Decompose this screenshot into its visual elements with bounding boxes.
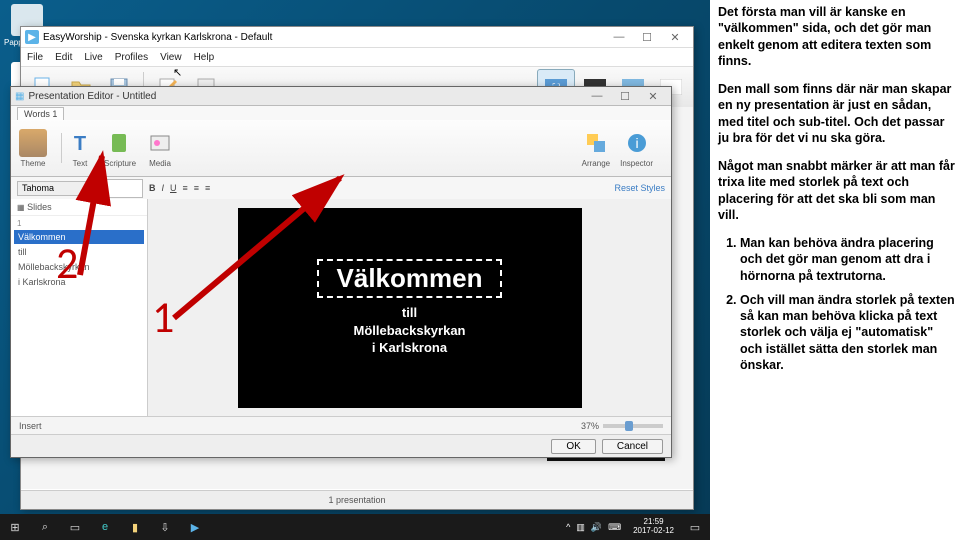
slides-panel: ▦ Slides 1 Välkommen till Möllebackskyrk… (11, 199, 148, 417)
slide-sub-line: till (353, 304, 465, 322)
ribbon-text[interactable]: T Text (66, 129, 94, 168)
cancel-button[interactable]: Cancel (602, 439, 663, 454)
panel-header: Slides (27, 202, 52, 212)
system-tray[interactable]: ^ ▥ 🔊 ⌨ (566, 522, 627, 533)
clock-date: 2017-02-12 (633, 527, 674, 536)
align-left-button[interactable]: ≡ (183, 183, 188, 193)
list-item: Man kan behöva ändra placering och det g… (740, 235, 956, 284)
ribbon-label: Inspector (620, 159, 653, 168)
app-logo-icon: ▶ (25, 30, 39, 44)
align-right-button[interactable]: ≡ (205, 183, 210, 193)
windows-taskbar: ⊞ ⌕ ▭ e ▮ ⇩ ▶ ^ ▥ 🔊 ⌨ 21:592017-02-12 ▭ (0, 514, 710, 540)
edge-icon[interactable]: e (90, 516, 120, 538)
taskbar-clock[interactable]: 21:592017-02-12 (627, 518, 680, 536)
ribbon-label: Arrange (582, 159, 610, 168)
paragraph: Den mall som finns där när man skapar en… (718, 81, 956, 146)
notifications-icon[interactable]: ▭ (680, 516, 710, 538)
font-size-input[interactable] (103, 179, 143, 198)
menu-profiles[interactable]: Profiles (115, 52, 148, 63)
explorer-icon[interactable]: ▮ (120, 516, 150, 538)
status-text: 1 presentation (328, 495, 385, 505)
editor-buttons: OK Cancel (11, 434, 671, 457)
slide-text-line[interactable]: Möllebackskyrkan (14, 260, 144, 274)
editor-title: Presentation Editor - Untitled (28, 91, 156, 102)
volume-icon[interactable]: 🔊 (591, 522, 602, 533)
menu-help[interactable]: Help (194, 52, 215, 63)
slide-title: Välkommen (337, 263, 483, 294)
zoom-label: 37% (581, 421, 599, 431)
ribbon-tab[interactable]: Words 1 (17, 107, 64, 120)
slide-preview[interactable]: Välkommen till Möllebackskyrkan i Karlsk… (238, 208, 582, 408)
titlebar[interactable]: ▶ EasyWorship - Svenska kyrkan Karlskron… (21, 27, 693, 48)
ribbon-inspector[interactable]: i Inspector (620, 129, 653, 168)
task-view-icon[interactable]: ▭ (60, 516, 90, 538)
close-button[interactable]: ✕ (639, 90, 667, 103)
ribbon-theme[interactable]: Theme (19, 129, 47, 168)
chevron-up-icon[interactable]: ^ (566, 522, 570, 533)
maximize-button[interactable]: ☐ (633, 31, 661, 44)
ok-button[interactable]: OK (551, 439, 595, 454)
editor-titlebar[interactable]: ▦ Presentation Editor - Untitled — ☐ ✕ (11, 87, 671, 106)
start-button[interactable]: ⊞ (0, 516, 30, 538)
paragraph: Det första man vill är kanske en "välkom… (718, 4, 956, 69)
ribbon-scripture[interactable]: Scripture (104, 129, 136, 168)
ribbon: Theme T Text Scripture Media Arrange i Ins… (11, 120, 671, 177)
ribbon-label: Text (73, 159, 88, 168)
close-button[interactable]: ✕ (661, 31, 689, 44)
app-taskbar-icon[interactable]: ▶ (180, 516, 210, 538)
zoom-slider[interactable] (603, 424, 663, 428)
ribbon-arrange[interactable]: Arrange (582, 129, 610, 168)
instruction-text: Det första man vill är kanske en "välkom… (718, 4, 956, 534)
bold-button[interactable]: B (149, 183, 156, 193)
paragraph: Något man snabbt märker är att man får t… (718, 158, 956, 223)
list-item: Och vill man ändra storlek på texten så … (740, 292, 956, 373)
presentation-editor-window: ▦ Presentation Editor - Untitled — ☐ ✕ W… (10, 86, 672, 458)
window-title: EasyWorship - Svenska kyrkan Karlskrona … (43, 32, 272, 43)
title-textbox[interactable]: Välkommen (317, 259, 503, 298)
slide-canvas[interactable]: Välkommen till Möllebackskyrkan i Karlsk… (148, 199, 671, 417)
ribbon-label: Media (149, 159, 171, 168)
font-family-select[interactable]: Tahoma (17, 181, 97, 196)
insert-mode-label: Insert (19, 421, 42, 431)
ribbon-label: Scripture (104, 159, 136, 168)
editor-icon: ▦ (15, 91, 24, 102)
slide-sub-line: i Karlskrona (353, 339, 465, 357)
slide-sub-line: Möllebackskyrkan (353, 322, 465, 340)
underline-button[interactable]: U (170, 183, 177, 193)
slide-text-line[interactable]: till (14, 245, 144, 259)
store-icon[interactable]: ⇩ (150, 516, 180, 538)
ribbon-media[interactable]: Media (146, 129, 174, 168)
maximize-button[interactable]: ☐ (611, 90, 639, 103)
italic-button[interactable]: I (162, 183, 165, 193)
editor-statusbar: Insert 37% (11, 416, 671, 435)
network-icon[interactable]: ▥ (576, 522, 585, 533)
align-center-button[interactable]: ≡ (194, 183, 199, 193)
reset-styles-link[interactable]: Reset Styles (614, 183, 665, 193)
menu-edit[interactable]: Edit (55, 52, 72, 63)
minimize-button[interactable]: — (605, 31, 633, 44)
minimize-button[interactable]: — (583, 90, 611, 103)
svg-text:T: T (74, 133, 86, 155)
slide-text-line[interactable]: i Karlskrona (14, 275, 144, 289)
menu-live[interactable]: Live (84, 52, 102, 63)
app-statusbar: 1 presentation (21, 490, 693, 509)
svg-text:i: i (635, 135, 638, 151)
subtitle-textbox[interactable]: till Möllebackskyrkan i Karlskrona (353, 304, 465, 357)
menubar: File Edit Live Profiles View Help ↖ (21, 48, 693, 67)
lang-icon[interactable]: ⌨ (608, 522, 621, 533)
menu-view[interactable]: View (160, 52, 182, 63)
slide-text-line[interactable]: Välkommen (14, 230, 144, 244)
search-icon[interactable]: ⌕ (30, 516, 60, 538)
cursor-icon: ↖ (173, 66, 182, 79)
menu-file[interactable]: File (27, 52, 43, 63)
ribbon-label: Theme (21, 159, 46, 168)
format-bar: Tahoma B I U ≡ ≡ ≡ Reset Styles (11, 177, 671, 200)
